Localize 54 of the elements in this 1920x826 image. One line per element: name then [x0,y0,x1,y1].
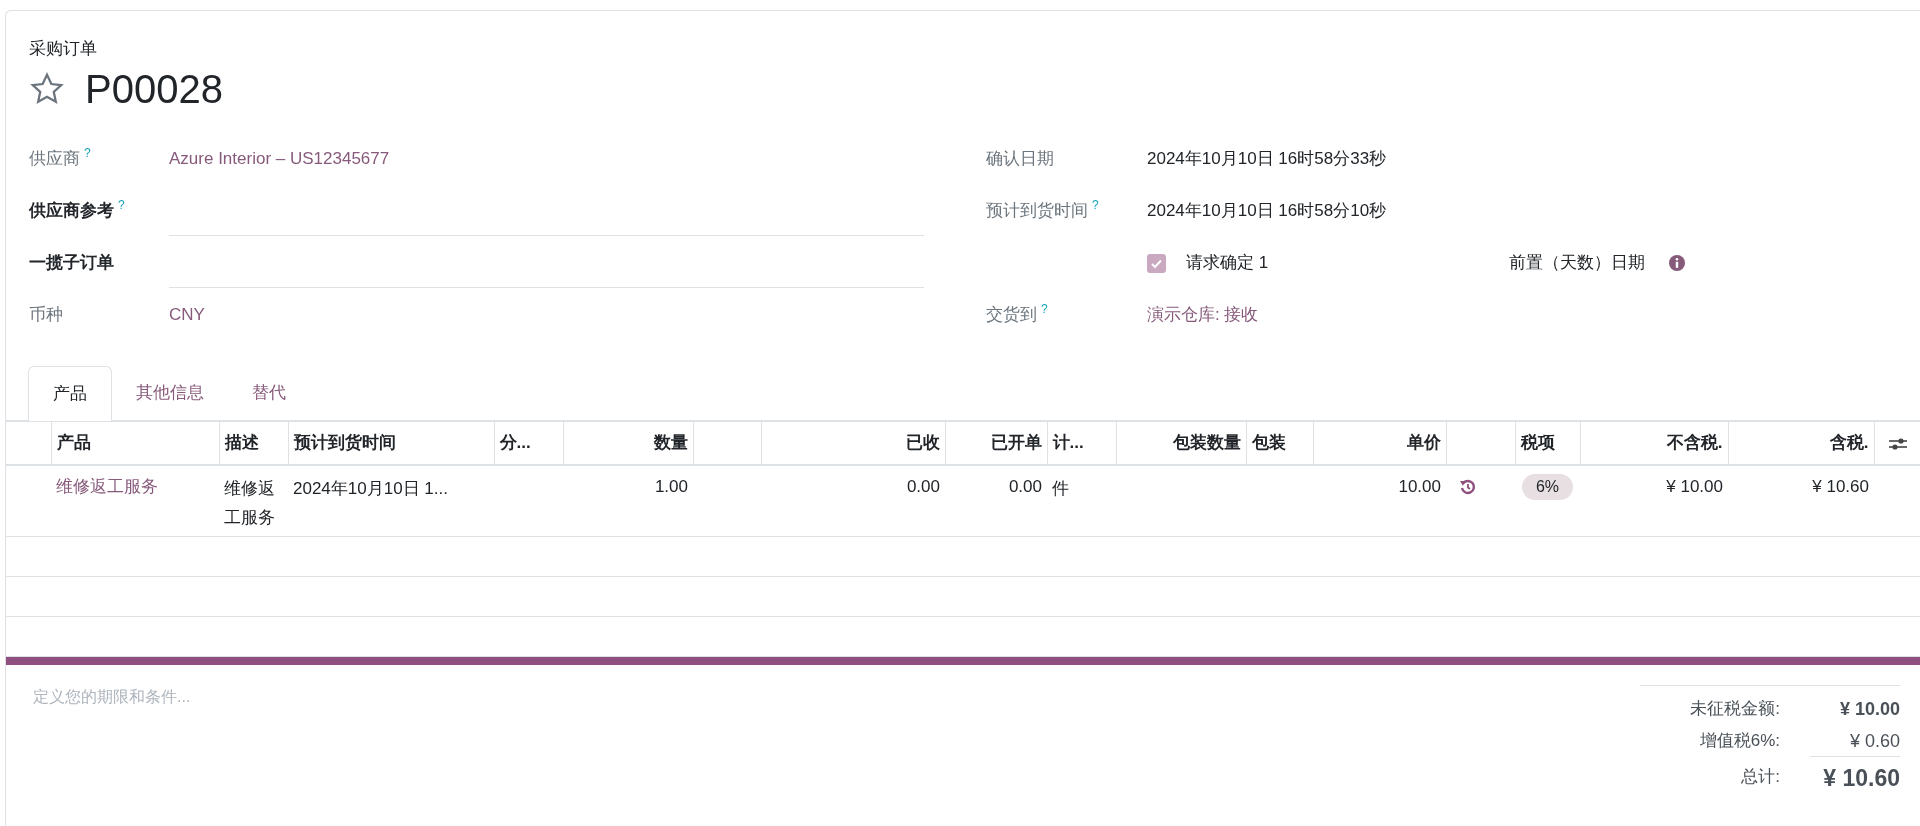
column-header[interactable]: 已收 [905,433,940,453]
table-cell: 维修返工服务 [224,479,275,527]
field-label: 一揽子订单 [29,252,114,274]
breadcrumb: 采购订单 [29,38,98,60]
total-label: 增值税6%: [1699,729,1780,752]
field-label: 供应商 [29,148,80,170]
total-value: ¥ 10.00 [1838,697,1900,721]
column-header[interactable]: 已开单 [990,433,1042,453]
total-value: ¥ 10.60 [1810,755,1900,799]
field-label: 预计到货时间 [986,200,1088,222]
column-header[interactable]: 含税. [1829,433,1869,453]
table-cell: 10.00 [1398,477,1441,496]
field-label: 确认日期 [986,148,1054,170]
column-header[interactable]: 不含税. [1666,433,1723,453]
table-cell: 1.00 [654,477,688,496]
tab[interactable]: 其他信息 [112,365,228,420]
column-header[interactable]: 税项 [1520,433,1555,453]
field-link[interactable]: Azure Interior – US12345677 [169,145,390,173]
tab[interactable]: 产品 [28,366,112,421]
record-title: P00028 [85,66,223,113]
column-header[interactable]: 包装 [1251,433,1286,453]
checkbox-label: 请求确定 1 [1186,252,1270,275]
field-value: 2024年10月10日 16时58分33秒 [1147,148,1387,170]
product-link[interactable]: 维修返工服务 [56,477,158,496]
column-settings-icon[interactable] [1887,435,1908,452]
field-label: 币种 [29,304,63,326]
column-header[interactable]: 产品 [56,433,91,453]
column-header[interactable]: 数量 [653,433,688,453]
field-label: 供应商参考 [29,200,114,222]
tax-tag: 6% [1521,474,1574,500]
total-label: 未征税金额: [1690,697,1780,720]
field-label: 交货到 [986,304,1037,326]
checkbox[interactable] [1147,253,1166,273]
column-header[interactable]: 计... [1052,433,1084,453]
table-cell: 0.00 [906,477,940,496]
table-cell: 件 [1052,479,1069,498]
column-header[interactable]: 分... [499,433,531,453]
info-icon[interactable] [1669,255,1685,271]
total-label: 总计: [1741,766,1780,789]
field-label: 前置（天数）日期 [1509,252,1645,275]
table-cell: 2024年10月10日 1... [293,479,448,498]
table-cell: ¥ 10.00 [1666,477,1723,496]
total-value: ¥ 0.60 [1848,729,1900,753]
field-link[interactable]: 演示仓库: 接收 [1147,301,1259,329]
field-link[interactable]: CNY [169,301,205,329]
reset-icon[interactable] [1459,478,1477,496]
column-header[interactable]: 预计到货时间 [293,433,396,453]
tab[interactable]: 替代 [228,365,310,420]
table-cell: ¥ 10.60 [1812,477,1869,496]
table-cell: 0.00 [1008,477,1042,496]
column-header[interactable]: 描述 [224,433,259,453]
column-header[interactable]: 包装数量 [1172,433,1241,453]
column-header[interactable]: 单价 [1406,433,1441,453]
field-value: 2024年10月10日 16时58分10秒 [1147,200,1387,222]
